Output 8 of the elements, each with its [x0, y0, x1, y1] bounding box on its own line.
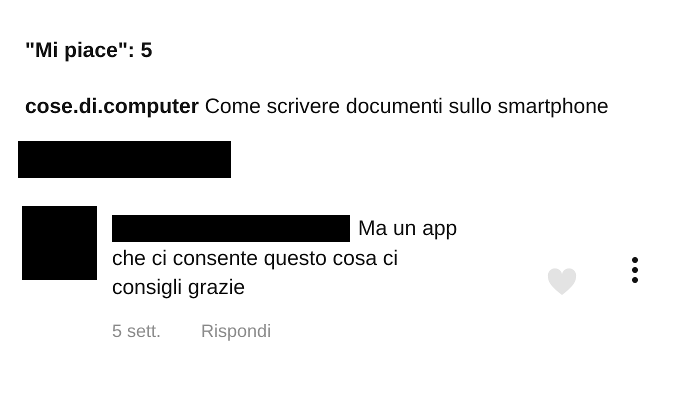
more-options-icon[interactable]: [631, 256, 639, 284]
caption-text: cose.di.computer Come scrivere documenti sullo smartphone: [25, 94, 610, 120]
comment-text: Ma un app: [358, 216, 458, 242]
comment-text: che ci consente questo cosa ci consigli grazie: [112, 246, 400, 301]
comment-time: 5 sett.: [112, 320, 162, 342]
likes-count[interactable]: "Mi piace": 5: [25, 38, 700, 64]
heart-icon[interactable]: [547, 268, 577, 296]
avatar[interactable]: [22, 206, 97, 280]
